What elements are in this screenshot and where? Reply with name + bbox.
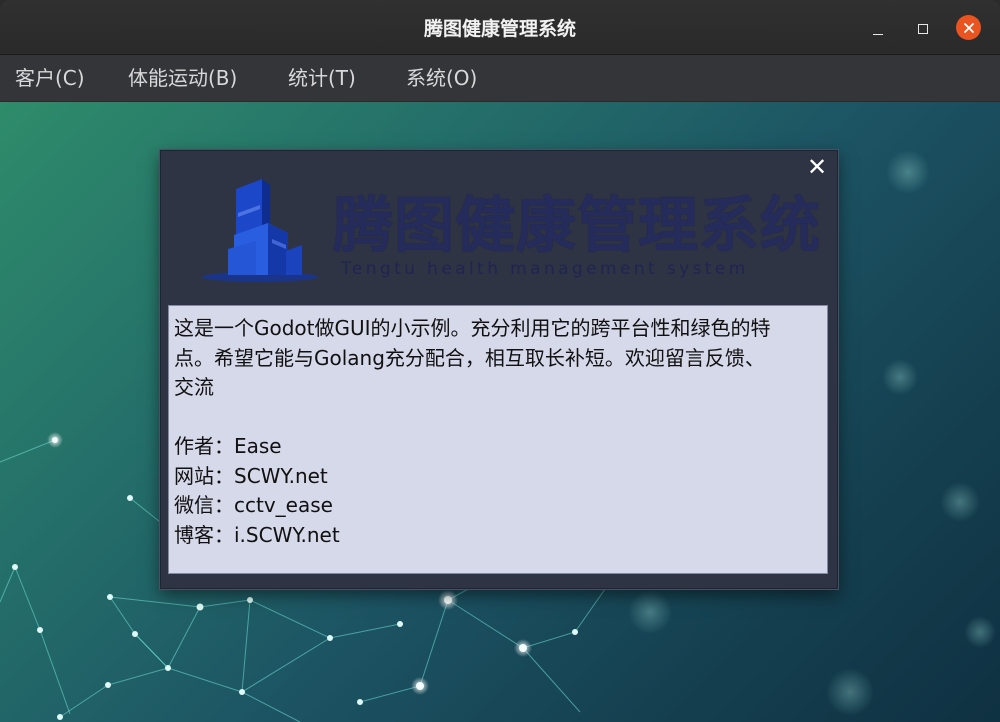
maximize-icon xyxy=(918,24,928,34)
wechat-line: 微信：cctv_ease xyxy=(174,493,333,517)
minimize-icon xyxy=(873,33,883,35)
close-icon xyxy=(963,22,974,33)
about-line xyxy=(174,403,822,433)
dialog-close-button[interactable]: ✕ xyxy=(806,155,828,179)
about-line: 交流 xyxy=(174,375,214,399)
logo-title: 腾图健康管理系统 xyxy=(333,191,821,261)
website-line: 网站：SCWY.net xyxy=(174,463,328,488)
menu-statistics[interactable]: 统计(T) xyxy=(288,63,356,93)
menu-fitness[interactable]: 体能运动(B) xyxy=(128,63,237,93)
minimize-button[interactable] xyxy=(865,16,891,42)
blog-line: 博客：i.SCWY.net xyxy=(174,522,340,547)
menu-bar: 客户(C) 体能运动(B) 统计(T) 系统(O) xyxy=(0,55,1000,102)
maximize-button[interactable] xyxy=(910,16,936,42)
about-line: 点。希望它能与Golang充分配合，相互取长补短。欢迎留言反馈、 xyxy=(174,345,765,370)
logo-subtitle: Tengtu health management system xyxy=(341,259,749,279)
window-title: 腾图健康管理系统 xyxy=(423,18,576,40)
about-text-area[interactable]: 这是一个Godot做GUI的小示例。充分利用它的跨平台性和绿色的特 点。希望它能… xyxy=(168,305,828,574)
about-line: 这是一个Godot做GUI的小示例。充分利用它的跨平台性和绿色的特 xyxy=(174,316,771,340)
app-window: 腾图健康管理系统 客户(C) 体能运动(B) 统计(T) 系统(O) ✕ 腾图健… xyxy=(0,0,1000,722)
title-bar[interactable]: 腾图健康管理系统 xyxy=(0,0,1000,55)
close-button[interactable] xyxy=(956,15,981,40)
about-dialog: ✕ 腾图健康管理系统 Tengtu health management syst… xyxy=(160,150,838,589)
author-line: 作者：Ease xyxy=(174,434,282,458)
menu-customer[interactable]: 客户(C) xyxy=(15,63,85,93)
menu-system[interactable]: 系统(O) xyxy=(406,63,477,93)
building-logo-icon xyxy=(202,179,318,282)
